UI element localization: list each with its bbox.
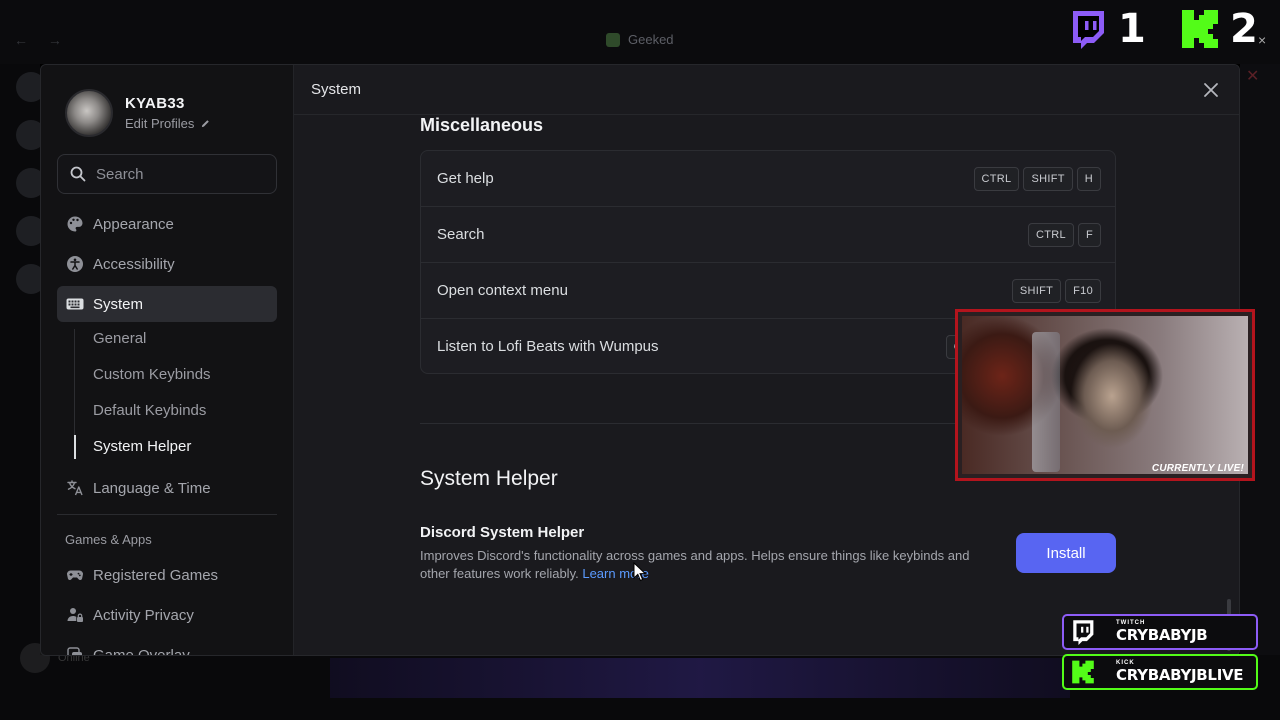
settings-search[interactable]: [57, 154, 277, 194]
palette-icon: [67, 216, 83, 232]
gamepad-icon: [67, 570, 83, 581]
twitch-count: 1: [1118, 6, 1146, 52]
webcam-overlay: CURRENTLY LIVE!: [955, 309, 1255, 481]
keybind-keys: CTRL F: [1028, 223, 1101, 247]
window-title: Geeked: [606, 32, 674, 47]
live-label: CURRENTLY LIVE!: [1151, 463, 1244, 474]
sidebar-item-label: Activity Privacy: [93, 606, 194, 624]
kick-handle: CRYBABYJBLIVE: [1116, 666, 1244, 684]
system-helper-description: Improves Discord's functionality across …: [420, 547, 990, 583]
install-button[interactable]: Install: [1016, 533, 1116, 573]
keybind-keys: CTRL SHIFT H: [973, 167, 1101, 191]
server-icon: [606, 32, 620, 47]
window-title-text: Geeked: [628, 32, 674, 47]
twitch-viewer-counter: 1: [1068, 6, 1146, 52]
keybind-label: Get help: [437, 170, 494, 187]
profile-name: KYAB33: [125, 95, 185, 112]
accessibility-icon: [67, 256, 83, 272]
twitch-icon: [1073, 620, 1094, 645]
close-icon[interactable]: [1201, 80, 1221, 100]
sidebar-subitem-general[interactable]: General: [93, 327, 146, 351]
settings-sidebar: KYAB33 Edit Profiles Appearance Accessib…: [41, 65, 294, 656]
content-header: System: [294, 65, 1239, 115]
sidebar-item-language[interactable]: Language & Time: [57, 470, 277, 506]
sidebar-item-game-overlay[interactable]: Game Overlay: [57, 637, 277, 656]
kick-count: 2: [1230, 6, 1258, 52]
webcam-feed: [962, 316, 1248, 474]
key-cap: F: [1077, 223, 1101, 247]
twitch-badge-icon-wrap: [1066, 615, 1100, 649]
twitch-handle-badge: TWITCH CRYBABYJB: [1062, 614, 1258, 650]
keybind-label: Search: [437, 226, 485, 243]
sidebar-item-registered-games[interactable]: Registered Games: [57, 557, 277, 593]
search-icon: [70, 166, 86, 182]
page-title: System: [311, 81, 362, 98]
sidebar-item-appearance[interactable]: Appearance: [57, 206, 277, 242]
sidebar-item-label: System: [93, 295, 144, 313]
keyboard-icon: [66, 298, 84, 310]
key-cap: CTRL: [1028, 223, 1074, 247]
sidebar-subitem-default-keybinds[interactable]: Default Keybinds: [93, 399, 206, 423]
sidebar-item-label: Game Overlay: [93, 646, 190, 656]
server-rail: [0, 64, 46, 664]
keybind-label: Open context menu: [437, 282, 568, 299]
stream-banner: [330, 658, 1070, 698]
webcam-object: [1032, 332, 1060, 472]
keybind-keys: SHIFT F10: [1011, 279, 1101, 303]
edit-profiles-link[interactable]: Edit Profiles: [125, 116, 211, 131]
section-title: Miscellaneous: [420, 115, 544, 135]
keybind-row[interactable]: Search CTRL F: [421, 207, 1115, 263]
sidebar-item-system[interactable]: System: [57, 286, 277, 322]
sidebar-item-accessibility[interactable]: Accessibility: [57, 246, 277, 282]
sidebar-divider: [57, 514, 277, 515]
sidebar-item-activity-privacy[interactable]: Activity Privacy: [57, 597, 277, 633]
kick-handle-badge: KICK CRYBABYJBLIVE: [1062, 654, 1258, 690]
overlay-close-icon[interactable]: ×: [1258, 32, 1266, 48]
key-cap: SHIFT: [1011, 279, 1062, 303]
history-nav[interactable]: ← →: [14, 32, 70, 48]
key-cap: CTRL: [973, 167, 1020, 191]
twitch-icon: [1073, 11, 1104, 49]
kick-badge-icon-wrap: [1066, 655, 1100, 689]
twitch-handle: CRYBABYJB: [1116, 626, 1208, 644]
key-cap: SHIFT: [1023, 167, 1073, 191]
sidebar-item-label: Registered Games: [93, 566, 219, 584]
sidebar-item-label: Accessibility: [93, 255, 175, 273]
system-helper-title: System Helper: [420, 467, 558, 490]
sidebar-item-label: Appearance: [93, 215, 174, 233]
kick-viewer-counter: 2: [1180, 6, 1258, 52]
person-lock-icon: [67, 608, 83, 622]
sidebar-section-label: Games & Apps: [65, 532, 152, 547]
profile-card[interactable]: KYAB33 Edit Profiles: [65, 89, 211, 137]
active-subitem-indicator: [74, 435, 76, 459]
edit-profiles-label: Edit Profiles: [125, 116, 195, 131]
kick-icon: [1072, 660, 1094, 684]
system-helper-name: Discord System Helper: [420, 524, 585, 541]
kick-icon: [1182, 10, 1218, 48]
sidebar-subitem-system-helper[interactable]: System Helper: [93, 435, 191, 459]
key-cap: F10: [1065, 279, 1101, 303]
pencil-icon: [202, 120, 210, 128]
overlay-icon: [67, 647, 82, 655]
mouse-cursor-icon: [633, 562, 647, 582]
sidebar-subitem-custom-keybinds[interactable]: Custom Keybinds: [93, 363, 211, 387]
translate-icon: [67, 480, 83, 496]
keybind-row[interactable]: Get help CTRL SHIFT H: [421, 151, 1115, 207]
sidebar-item-label: Language & Time: [93, 479, 211, 497]
background-close-icon[interactable]: ✕: [1246, 66, 1259, 86]
key-cap: H: [1076, 167, 1101, 191]
description-text: Improves Discord's functionality across …: [420, 548, 970, 581]
avatar[interactable]: [65, 89, 113, 137]
keybind-label: Listen to Lofi Beats with Wumpus: [437, 338, 659, 355]
search-input[interactable]: [96, 165, 256, 183]
